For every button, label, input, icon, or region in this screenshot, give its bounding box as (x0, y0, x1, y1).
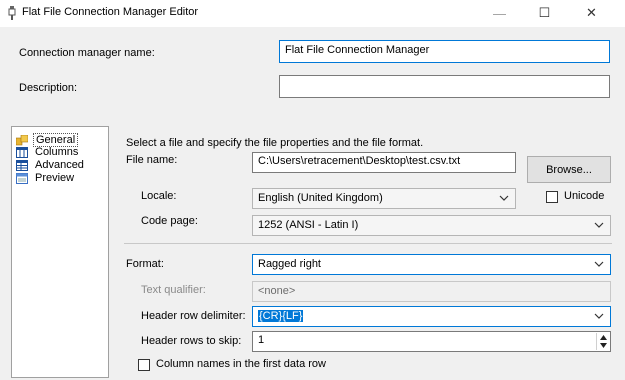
code-page-select[interactable]: 1252 (ANSI - Latin I) (252, 215, 611, 236)
window-title: Flat File Connection Manager Editor (22, 6, 199, 18)
connection-manager-name-value: Flat File Connection Manager (285, 44, 430, 56)
text-qualifier-label: Text qualifier: (141, 284, 206, 296)
code-page-label: Code page: (141, 215, 198, 227)
nav-label-general: General (33, 133, 79, 147)
nav-item-general[interactable]: General (16, 133, 79, 147)
connection-manager-name-label: Connection manager name: (19, 47, 155, 59)
header-rows-to-skip-input[interactable]: 1 (252, 331, 611, 352)
header-row-delimiter-label: Header row delimiter: (141, 310, 246, 322)
minimize-icon: — (493, 5, 506, 21)
section-divider (124, 243, 612, 244)
header-row-delimiter-value: {CR}{LF} (258, 310, 304, 322)
maximize-icon: ☐ (538, 5, 551, 20)
nav-label-advanced: Advanced (35, 159, 84, 171)
chevron-down-icon (594, 313, 604, 319)
nav-item-columns[interactable]: Columns (16, 146, 80, 158)
minimize-button[interactable]: — (477, 0, 522, 26)
locale-label: Locale: (141, 190, 177, 202)
code-page-value: 1252 (ANSI - Latin I) (258, 219, 359, 231)
page-navigation-list: General Columns Advanced Preview (11, 126, 109, 378)
column-names-checkbox[interactable] (138, 359, 150, 371)
unicode-checkbox[interactable] (546, 191, 558, 203)
nav-label-columns: Columns (35, 146, 79, 158)
format-label: Format: (126, 258, 164, 270)
file-name-input[interactable]: C:\Users\retracement\Desktop\test.csv.tx… (252, 152, 516, 173)
description-label: Description: (19, 82, 78, 94)
format-value: Ragged right (258, 258, 321, 270)
format-select[interactable]: Ragged right (252, 254, 611, 275)
chevron-down-icon (594, 222, 604, 228)
header-rows-to-skip-value: 1 (258, 334, 265, 346)
spin-up-icon[interactable] (597, 333, 609, 341)
browse-button-label: Browse... (546, 163, 592, 176)
maximize-button[interactable]: ☐ (522, 0, 567, 26)
text-qualifier-input[interactable]: <none> (252, 281, 611, 302)
unicode-label: Unicode (564, 190, 605, 202)
file-name-label: File name: (126, 154, 178, 166)
locale-select[interactable]: English (United Kingdom) (252, 188, 516, 209)
app-icon (8, 6, 16, 20)
spin-down-icon[interactable] (597, 341, 609, 349)
nav-item-advanced[interactable]: Advanced (16, 159, 86, 171)
preview-icon (16, 172, 28, 184)
connection-manager-name-input[interactable]: Flat File Connection Manager (279, 40, 610, 63)
nav-item-preview[interactable]: Preview (16, 172, 76, 184)
close-icon: ✕ (586, 5, 597, 20)
locale-value: English (United Kingdom) (258, 192, 383, 204)
title-bar: Flat File Connection Manager Editor — ☐ … (0, 0, 625, 27)
text-qualifier-value: <none> (258, 285, 296, 297)
nav-label-preview: Preview (35, 172, 75, 184)
file-name-value: C:\Users\retracement\Desktop\test.csv.tx… (258, 155, 461, 167)
instructions-text: Select a file and specify the file prope… (126, 137, 424, 149)
header-rows-spinner[interactable] (596, 333, 609, 350)
description-input[interactable] (279, 75, 610, 98)
browse-button[interactable]: Browse... (527, 156, 611, 183)
chevron-down-icon (594, 261, 604, 267)
general-icon (16, 134, 28, 145)
header-row-delimiter-select[interactable]: {CR}{LF} (252, 306, 611, 327)
column-names-label: Column names in the first data row (156, 358, 326, 370)
chevron-down-icon (499, 195, 509, 201)
advanced-icon (16, 159, 28, 171)
header-rows-to-skip-label: Header rows to skip: (141, 335, 242, 347)
columns-icon (16, 146, 28, 158)
close-button[interactable]: ✕ (569, 0, 614, 26)
